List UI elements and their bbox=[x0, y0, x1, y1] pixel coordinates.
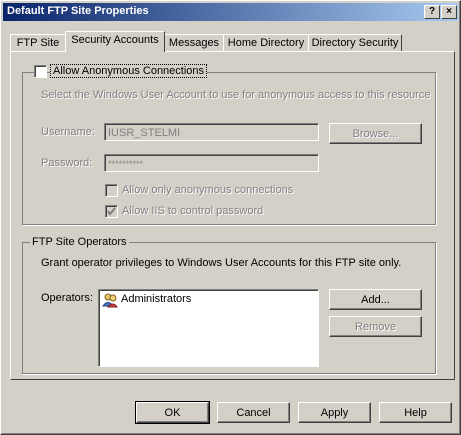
tab-panel: Allow Anonymous Connections Select the W… bbox=[10, 51, 455, 380]
window-title: Default FTP Site Properties bbox=[7, 5, 149, 17]
checkmark-icon bbox=[107, 207, 116, 216]
cancel-button[interactable]: Cancel bbox=[217, 402, 290, 423]
operators-group-label: FTP Site Operators bbox=[30, 236, 129, 248]
anonymous-description: Select the Windows User Account to use f… bbox=[41, 89, 431, 101]
help-button[interactable]: Help bbox=[379, 402, 452, 423]
operators-label: Operators: bbox=[41, 292, 93, 304]
iis-password-label: Allow IIS to control password bbox=[122, 205, 264, 217]
operators-description: Grant operator privileges to Windows Use… bbox=[41, 257, 402, 269]
user-group-icon bbox=[102, 293, 118, 308]
tab-home-directory[interactable]: Home Directory bbox=[223, 34, 309, 52]
iis-password-checkbox[interactable] bbox=[105, 205, 118, 218]
allow-anonymous-checkbox[interactable] bbox=[34, 65, 47, 78]
properties-dialog: Default FTP Site Properties ? × FTP Site… bbox=[0, 0, 461, 435]
help-title-button[interactable]: ? bbox=[424, 5, 440, 19]
allow-anonymous-label[interactable]: Allow Anonymous Connections bbox=[50, 64, 208, 78]
close-title-button[interactable]: × bbox=[441, 5, 457, 19]
list-item-label: Administrators bbox=[121, 293, 192, 305]
operators-listbox[interactable]: Administrators bbox=[98, 289, 319, 367]
password-field[interactable]: ********** bbox=[104, 154, 319, 172]
username-field[interactable]: IUSR_STELMI bbox=[104, 123, 319, 141]
tab-ftp-site[interactable]: FTP Site bbox=[10, 34, 66, 52]
only-anonymous-label: Allow only anonymous connections bbox=[122, 184, 294, 196]
browse-button[interactable]: Browse... bbox=[329, 123, 422, 144]
add-button[interactable]: Add... bbox=[329, 289, 422, 310]
username-label: Username: bbox=[41, 126, 95, 138]
apply-button[interactable]: Apply bbox=[298, 402, 371, 423]
tab-directory-security[interactable]: Directory Security bbox=[308, 34, 402, 52]
title-bar[interactable]: Default FTP Site Properties ? × bbox=[3, 3, 458, 21]
tab-security-accounts[interactable]: Security Accounts bbox=[65, 31, 165, 52]
remove-button[interactable]: Remove bbox=[329, 316, 422, 337]
tab-messages[interactable]: Messages bbox=[164, 34, 224, 52]
only-anonymous-checkbox[interactable] bbox=[105, 184, 118, 197]
ok-button[interactable]: OK bbox=[135, 401, 210, 424]
password-label: Password: bbox=[41, 157, 93, 169]
